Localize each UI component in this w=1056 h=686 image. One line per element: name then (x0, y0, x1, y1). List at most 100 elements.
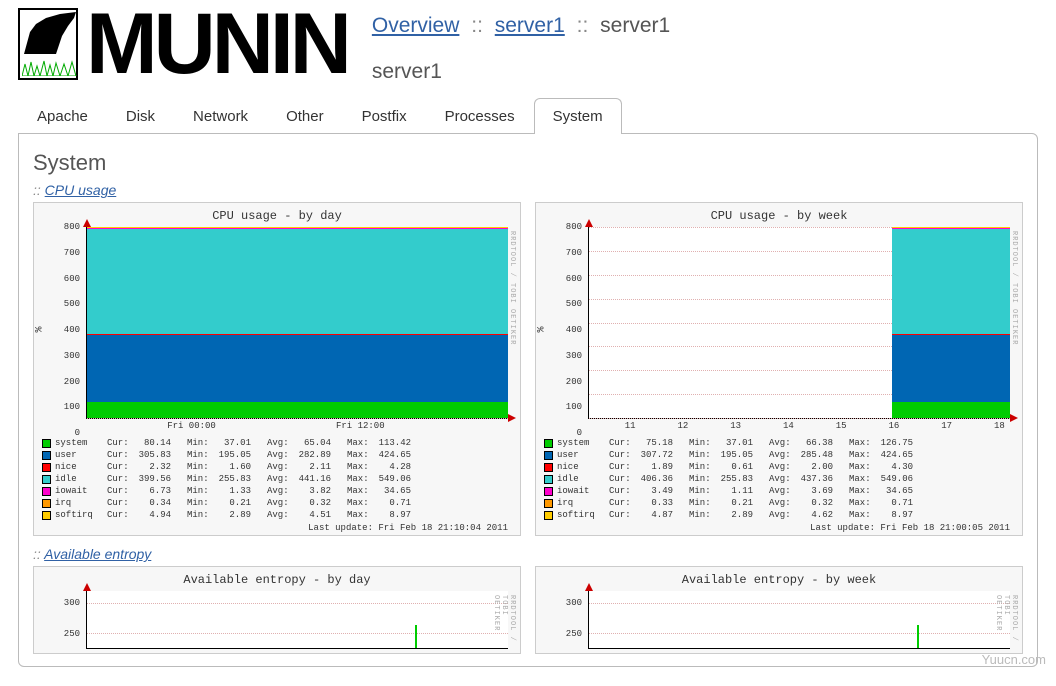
stat-label: Avg: (267, 461, 295, 473)
legend-name: system (55, 437, 107, 449)
stat-label: Cur: (107, 437, 135, 449)
y-tick-label: 800 (52, 222, 80, 232)
stat-value: 4.51 (295, 509, 347, 521)
legend-name: user (55, 449, 107, 461)
y-tick-label: 300 (52, 351, 80, 361)
stat-label: Max: (347, 509, 375, 521)
stat-value: 2.11 (295, 461, 347, 473)
stat-value: 1.11 (717, 485, 769, 497)
breadcrumb-sep: :: (577, 14, 589, 37)
legend-row: iowaitCur:6.73Min:1.33Avg:3.82Max:34.65 (42, 485, 512, 497)
stat-value: 37.01 (717, 437, 769, 449)
x-tick-label: Fri 12:00 (336, 421, 385, 431)
stat-label: Max: (347, 437, 375, 449)
chart-canvas (588, 591, 1010, 649)
section-title: System (33, 150, 1023, 176)
chart-box[interactable]: CPU usage - by day%010020030040050060070… (33, 202, 521, 536)
x-tick-label: 11 (625, 421, 636, 431)
y-tick-label: 400 (554, 325, 582, 335)
stat-label: Avg: (267, 485, 295, 497)
stat-value: 0.71 (375, 497, 427, 509)
x-tick-label: 13 (730, 421, 741, 431)
chart-legend: systemCur:75.18Min:37.01Avg:66.38Max:126… (544, 437, 1014, 533)
stat-label: Cur: (609, 461, 637, 473)
chart-spike (415, 625, 417, 648)
stat-label: Max: (347, 449, 375, 461)
y-tick-label: 0 (554, 428, 582, 438)
y-tick-label: 600 (554, 274, 582, 284)
logo[interactable]: MUNIN (18, 8, 348, 80)
stat-label: Cur: (609, 497, 637, 509)
stat-value: 255.83 (215, 473, 267, 485)
tab-disk[interactable]: Disk (107, 98, 174, 134)
stat-label: Cur: (107, 449, 135, 461)
stat-label: Min: (689, 461, 717, 473)
legend-swatch (42, 475, 51, 484)
stat-value: 8.97 (877, 509, 929, 521)
stat-label: Cur: (609, 437, 637, 449)
tab-network[interactable]: Network (174, 98, 267, 134)
stat-value: 424.65 (375, 449, 427, 461)
y-tick-label: 800 (554, 222, 582, 232)
stat-label: Avg: (769, 449, 797, 461)
tab-system[interactable]: System (534, 98, 622, 134)
stat-value: 2.32 (135, 461, 187, 473)
stat-value: 113.42 (375, 437, 427, 449)
breadcrumb-group[interactable]: server1 (495, 14, 565, 37)
stat-value: 4.87 (637, 509, 689, 521)
chart-box[interactable]: Available entropy - by day250300RRDTOOL … (33, 566, 521, 654)
legend-row: idleCur:406.36Min:255.83Avg:437.36Max:54… (544, 473, 1014, 485)
stat-label: Min: (187, 461, 215, 473)
legend-name: idle (55, 473, 107, 485)
stat-label: Avg: (769, 437, 797, 449)
stat-value: 307.72 (637, 449, 689, 461)
stat-label: Max: (347, 485, 375, 497)
legend-name: softirq (55, 509, 107, 521)
page-title: server1 (372, 60, 670, 84)
stat-value: 65.04 (295, 437, 347, 449)
stat-label: Max: (849, 497, 877, 509)
legend-row: softirqCur:4.87Min:2.89Avg:4.62Max:8.97 (544, 509, 1014, 521)
stat-label: Max: (849, 473, 877, 485)
stat-value: 441.16 (295, 473, 347, 485)
legend-row: userCur:305.83Min:195.05Avg:282.89Max:42… (42, 449, 512, 461)
y-tick-label: 700 (52, 248, 80, 258)
chart-series-fill (892, 229, 1010, 333)
stat-value: 0.33 (637, 497, 689, 509)
breadcrumb-overview[interactable]: Overview (372, 14, 460, 37)
legend-row: userCur:307.72Min:195.05Avg:285.48Max:42… (544, 449, 1014, 461)
stat-label: Min: (689, 437, 717, 449)
cpu-usage-link[interactable]: CPU usage (45, 182, 117, 198)
tab-apache[interactable]: Apache (18, 98, 107, 134)
stat-value: 37.01 (215, 437, 267, 449)
rrdtool-credit: RRDTOOL / TOBI OETIKER (492, 595, 516, 649)
y-tick-label: 200 (554, 377, 582, 387)
x-tick-label: 17 (941, 421, 952, 431)
chart-box[interactable]: CPU usage - by week%01002003004005006007… (535, 202, 1023, 536)
chart-legend: systemCur:80.14Min:37.01Avg:65.04Max:113… (42, 437, 512, 533)
tab-postfix[interactable]: Postfix (343, 98, 426, 134)
stat-value: 4.94 (135, 509, 187, 521)
logo-text: MUNIN (86, 10, 348, 79)
legend-row: irqCur:0.33Min:0.21Avg:0.32Max:0.71 (544, 497, 1014, 509)
legend-swatch (42, 439, 51, 448)
legend-swatch (544, 463, 553, 472)
chart-series-fill (87, 402, 508, 418)
stat-value: 0.34 (135, 497, 187, 509)
y-tick-label: 100 (52, 402, 80, 412)
entropy-link[interactable]: Available entropy (44, 546, 151, 562)
chart-box[interactable]: Available entropy - by week250300RRDTOOL… (535, 566, 1023, 654)
legend-name: system (557, 437, 609, 449)
stat-value: 8.97 (375, 509, 427, 521)
x-tick-label: 12 (678, 421, 689, 431)
rrdtool-credit: RRDTOOL / TOBI OETIKER (508, 231, 516, 345)
stat-label: Avg: (267, 509, 295, 521)
tab-other[interactable]: Other (267, 98, 343, 134)
chart-title: Available entropy - by week (540, 571, 1018, 589)
tab-processes[interactable]: Processes (426, 98, 534, 134)
stat-value: 424.65 (877, 449, 929, 461)
y-tick-label: 300 (554, 598, 582, 608)
legend-swatch (544, 451, 553, 460)
legend-name: irq (55, 497, 107, 509)
y-tick-label: 500 (554, 299, 582, 309)
